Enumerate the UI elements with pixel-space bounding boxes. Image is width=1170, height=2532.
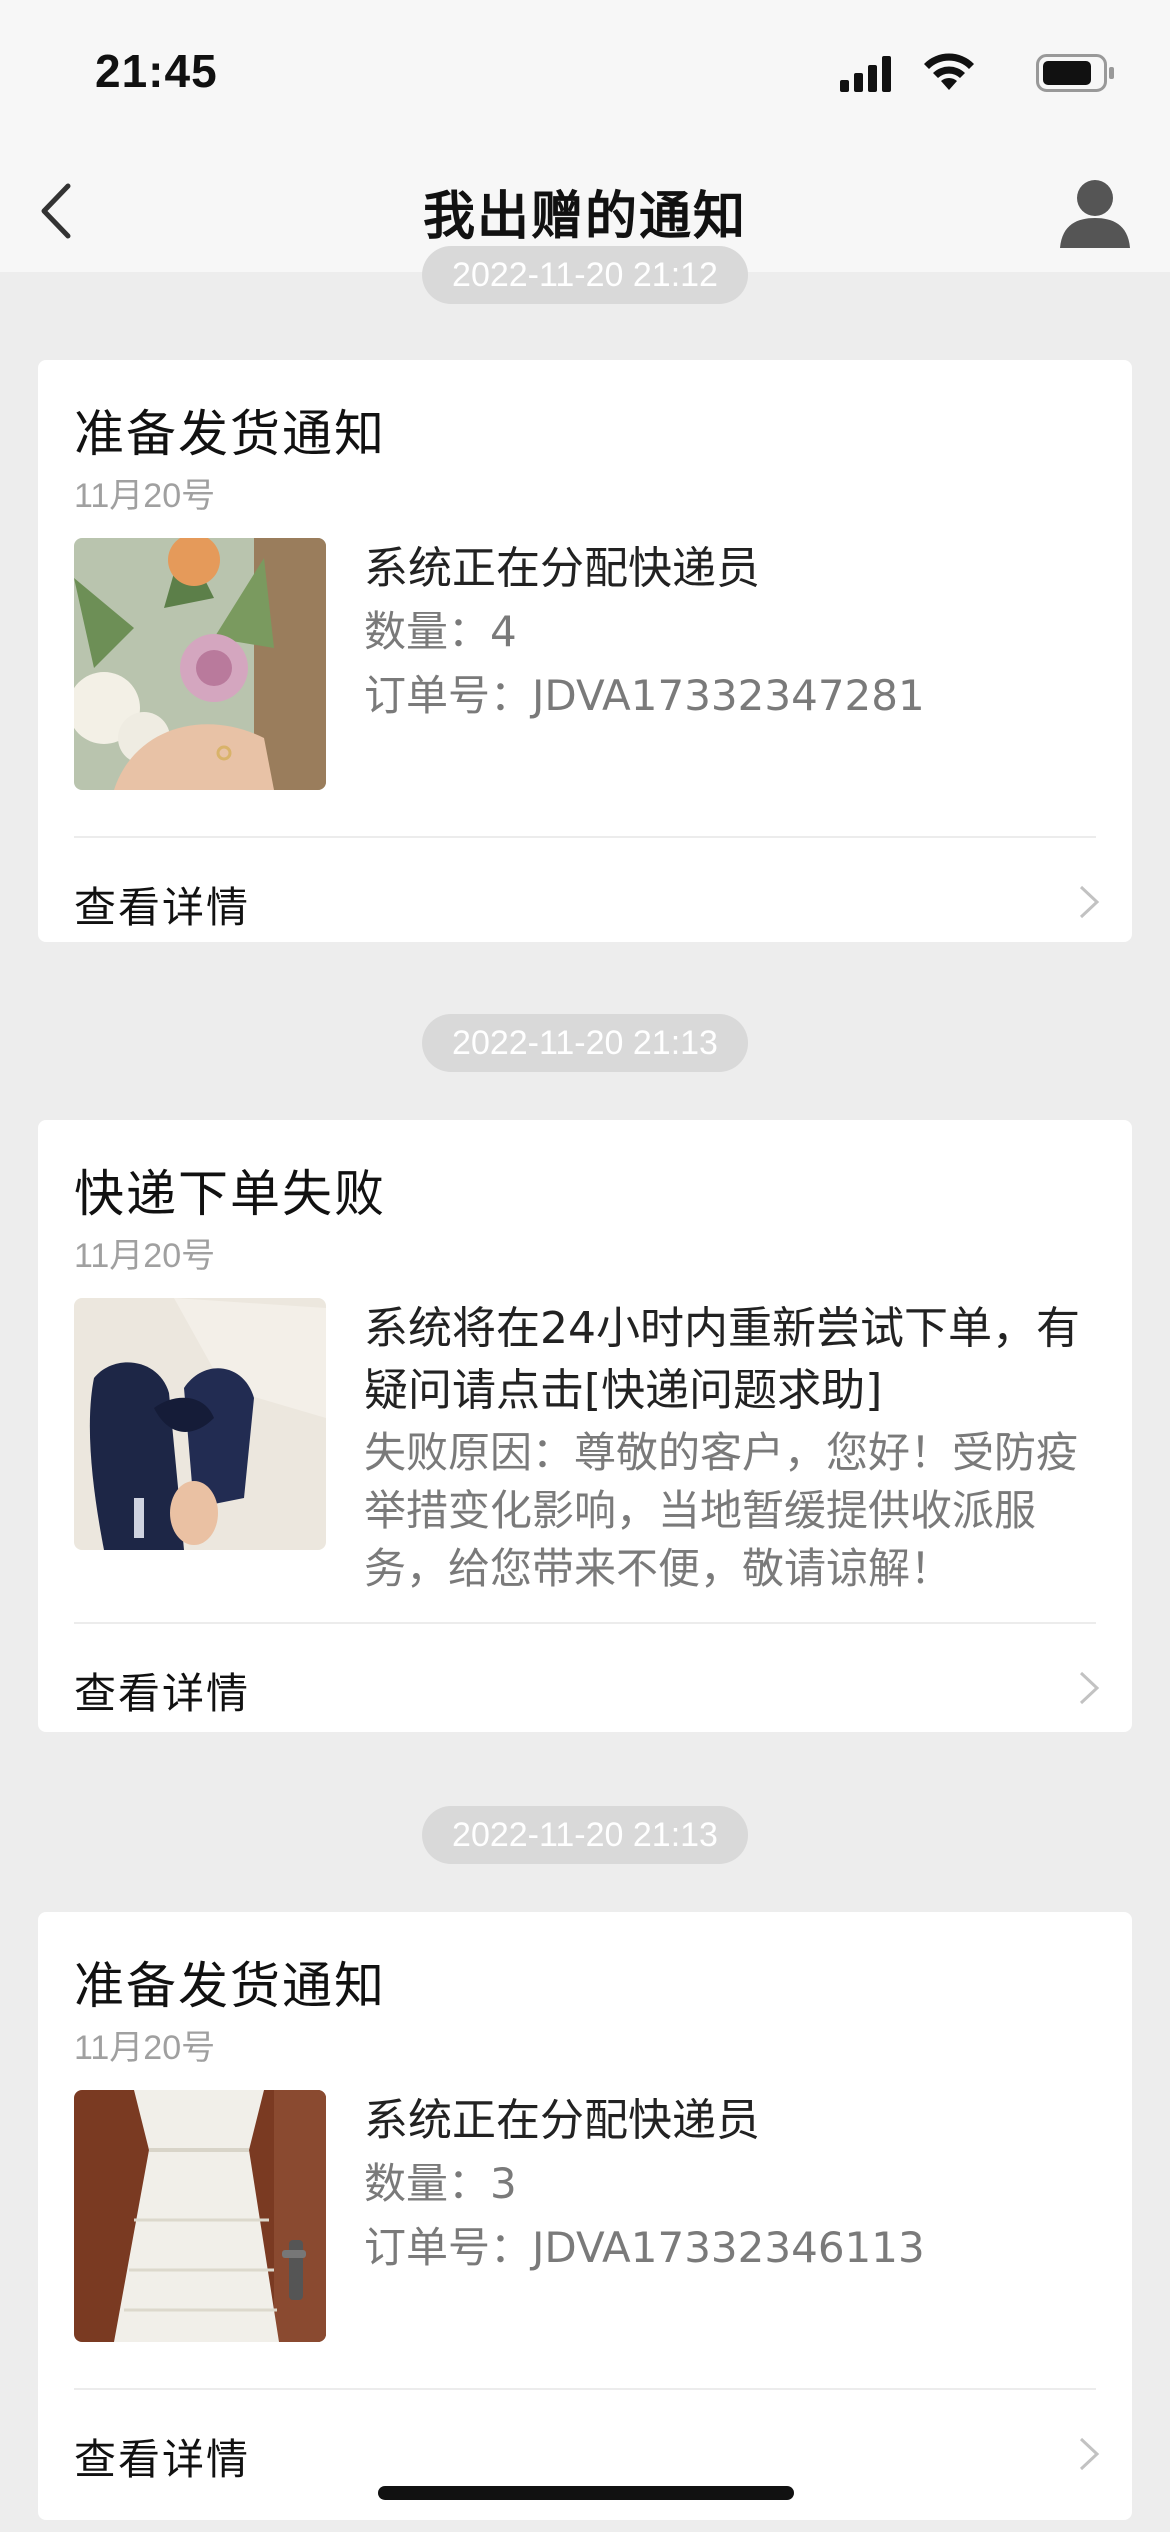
- wifi-icon: [924, 53, 974, 90]
- card-message: 系统正在分配快递员: [364, 543, 760, 594]
- card-date: 11月20号: [74, 1237, 216, 1275]
- card-date: 11月20号: [74, 2029, 216, 2067]
- order-number: 订单号：JDVA17332347281: [364, 671, 925, 720]
- chevron-right-icon: [1079, 885, 1100, 919]
- timestamp-badge: 2022-11-20 21:13: [422, 1806, 748, 1864]
- page-title: 我出赠的通知: [422, 187, 747, 247]
- signal-icon: [840, 56, 891, 92]
- profile-icon[interactable]: [1054, 170, 1136, 252]
- card-body: 系统将在24小时内重新尝试下单，有疑问请点击[快递问题求助] 失败原因：尊敬的客…: [364, 1298, 1104, 1598]
- notification-card: 准备发货通知 11月20号 系统正在分配快递员 数量：4 订单号：JDVA173…: [38, 360, 1132, 942]
- quantity-text: 数量：4: [364, 607, 517, 656]
- view-details-label: 查看详情: [74, 883, 251, 932]
- timestamp-badge: 2022-11-20 21:13: [422, 1014, 748, 1072]
- view-details-button[interactable]: 查看详情: [38, 838, 1132, 964]
- notification-card: 准备发货通知 11月20号 系统正在分配快递员 数量：3 订单号：JDVA173…: [38, 1912, 1132, 2520]
- card-message: 系统正在分配快递员: [364, 2095, 760, 2146]
- notification-card: 快递下单失败 11月20号 系统将在24小时内重新尝试下单，有疑问请点击[快递问…: [38, 1120, 1132, 1732]
- home-indicator[interactable]: [378, 2486, 794, 2500]
- status-icons: [816, 52, 1116, 92]
- timestamp-badge: 2022-11-20 21:12: [422, 246, 748, 304]
- view-details-button[interactable]: 查看详情: [38, 1624, 1132, 1750]
- white-dress-photo: [74, 2090, 326, 2342]
- card-message: 系统将在24小时内重新尝试下单，有疑问请点击[快递问题求助]: [364, 1303, 1080, 1416]
- flower-bouquet-photo: [74, 538, 326, 790]
- card-body: 系统正在分配快递员 数量：3 订单号：JDVA17332346113: [364, 2090, 1104, 2280]
- view-details-label: 查看详情: [74, 1669, 251, 1718]
- status-time: 21:45: [95, 45, 218, 97]
- failure-reason: 失败原因：尊敬的客户，您好！受防疫举措变化影响，当地暂缓提供收派服务，给您带来不…: [364, 1428, 1079, 1593]
- card-title: 准备发货通知: [74, 405, 386, 463]
- quantity-text: 数量：3: [364, 2159, 517, 2208]
- view-details-label: 查看详情: [74, 2435, 251, 2484]
- card-date: 11月20号: [74, 477, 216, 515]
- card-title: 快递下单失败: [74, 1165, 386, 1223]
- status-bar: 21:45: [0, 0, 1170, 150]
- battery-icon: [1036, 54, 1114, 92]
- blue-shoes-photo: [74, 1298, 326, 1550]
- chevron-right-icon: [1079, 2437, 1100, 2471]
- order-number: 订单号：JDVA17332346113: [364, 2223, 925, 2272]
- card-body: 系统正在分配快递员 数量：4 订单号：JDVA17332347281: [364, 538, 1104, 728]
- card-title: 准备发货通知: [74, 1957, 386, 2015]
- chevron-right-icon: [1079, 1671, 1100, 1705]
